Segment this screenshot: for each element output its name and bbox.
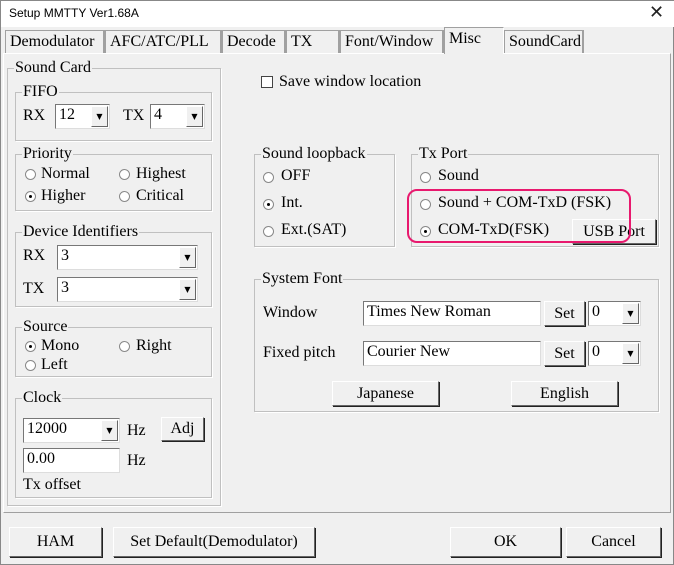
label: Highest xyxy=(136,165,186,182)
chevron-down-icon: ▼ xyxy=(179,279,196,300)
tab-font-window[interactable]: Font/Window xyxy=(340,30,444,53)
fifo-tx-label: TX xyxy=(123,107,145,124)
tab-tx[interactable]: TX xyxy=(286,30,340,53)
tx-offset-input[interactable]: 0.00 xyxy=(23,448,120,473)
device-tx-label: TX xyxy=(23,280,45,297)
save-window-checkbox[interactable] xyxy=(261,76,273,88)
tab-misc[interactable]: Misc xyxy=(444,27,504,54)
chevron-down-icon: ▼ xyxy=(91,106,108,127)
radio-highest[interactable] xyxy=(119,169,130,180)
fixed-pitch-input[interactable]: Courier New xyxy=(363,341,541,366)
tab-decode[interactable]: Decode xyxy=(222,30,286,53)
value: 0 xyxy=(592,303,600,320)
value: 4 xyxy=(154,106,162,123)
label: Int. xyxy=(281,194,303,211)
cancel-button[interactable]: Cancel xyxy=(566,527,661,557)
adj-button[interactable]: Adj xyxy=(161,417,204,441)
window-font-size-select[interactable]: 0 ▼ xyxy=(588,301,641,326)
ok-button[interactable]: OK xyxy=(450,527,561,557)
label: Mono xyxy=(41,337,80,354)
window-font-input[interactable]: Times New Roman xyxy=(363,301,541,326)
chevron-down-icon: ▼ xyxy=(186,106,203,127)
label: Critical xyxy=(136,187,184,204)
radio-right[interactable] xyxy=(119,341,130,352)
group-label: System Font xyxy=(261,269,344,289)
chevron-down-icon: ▼ xyxy=(622,343,639,364)
label: Higher xyxy=(41,187,86,204)
tx-offset-label: Tx offset xyxy=(23,476,81,493)
radio-mono[interactable] xyxy=(25,341,36,352)
radio-critical[interactable] xyxy=(119,191,130,202)
window-font-set-button[interactable]: Set xyxy=(544,301,585,326)
window-title: Setup MMTTY Ver1.68A xyxy=(9,6,139,20)
group-label: Device Identifiers xyxy=(22,222,140,242)
radio-higher[interactable] xyxy=(25,191,36,202)
chevron-down-icon: ▼ xyxy=(179,247,196,268)
chevron-down-icon: ▼ xyxy=(101,420,118,441)
value: 3 xyxy=(61,247,69,264)
value: 12 xyxy=(59,106,75,123)
label: Ext.(SAT) xyxy=(281,221,347,238)
radio-int[interactable] xyxy=(263,199,274,210)
radio-ext-sat[interactable] xyxy=(263,226,274,237)
tab-soundcard[interactable]: SoundCard xyxy=(504,30,584,53)
save-window-label: Save window location xyxy=(279,73,422,90)
clock-select[interactable]: 12000 ▼ xyxy=(23,418,120,443)
ham-button[interactable]: HAM xyxy=(9,527,102,557)
label: OFF xyxy=(281,167,311,184)
chevron-down-icon: ▼ xyxy=(622,303,639,324)
device-rx-select[interactable]: 3 ▼ xyxy=(57,245,198,270)
radio-off[interactable] xyxy=(263,172,274,183)
window-font-label: Window xyxy=(263,304,318,321)
group-label: Source xyxy=(22,317,69,337)
group-label: Sound Card xyxy=(14,58,92,78)
radio-sound[interactable] xyxy=(420,172,431,183)
value: 0 xyxy=(592,343,600,360)
hz-label: Hz xyxy=(127,422,146,439)
radio-normal[interactable] xyxy=(25,169,36,180)
fixed-pitch-set-button[interactable]: Set xyxy=(544,341,585,366)
tab-demodulator[interactable]: Demodulator xyxy=(5,30,105,53)
radio-left[interactable] xyxy=(25,360,36,371)
group-label: FIFO xyxy=(22,82,59,102)
fifo-rx-select[interactable]: 12 ▼ xyxy=(55,104,110,129)
hz-label: Hz xyxy=(127,452,146,469)
group-label: Clock xyxy=(22,388,63,408)
fifo-tx-select[interactable]: 4 ▼ xyxy=(150,104,205,129)
fifo-rx-label: RX xyxy=(23,107,46,124)
label: Left xyxy=(41,356,68,373)
label: Normal xyxy=(41,165,90,182)
close-icon[interactable]: ✕ xyxy=(649,2,664,23)
fixed-pitch-label: Fixed pitch xyxy=(263,344,336,361)
group-label: Priority xyxy=(22,144,73,164)
highlight-annotation xyxy=(407,189,631,243)
label: Right xyxy=(136,337,172,354)
fixed-pitch-size-select[interactable]: 0 ▼ xyxy=(588,341,641,366)
tab-afc-atc-pll[interactable]: AFC/ATC/PLL xyxy=(105,30,222,53)
group-label: Sound loopback xyxy=(261,144,367,164)
english-button[interactable]: English xyxy=(511,381,618,406)
set-default-button[interactable]: Set Default(Demodulator) xyxy=(113,527,315,557)
label: Sound xyxy=(438,167,479,184)
group-label: Tx Port xyxy=(418,144,469,164)
value: 12000 xyxy=(27,420,67,437)
japanese-button[interactable]: Japanese xyxy=(332,381,439,406)
value: 3 xyxy=(61,279,69,296)
device-rx-label: RX xyxy=(23,247,46,264)
device-tx-select[interactable]: 3 ▼ xyxy=(57,277,198,302)
